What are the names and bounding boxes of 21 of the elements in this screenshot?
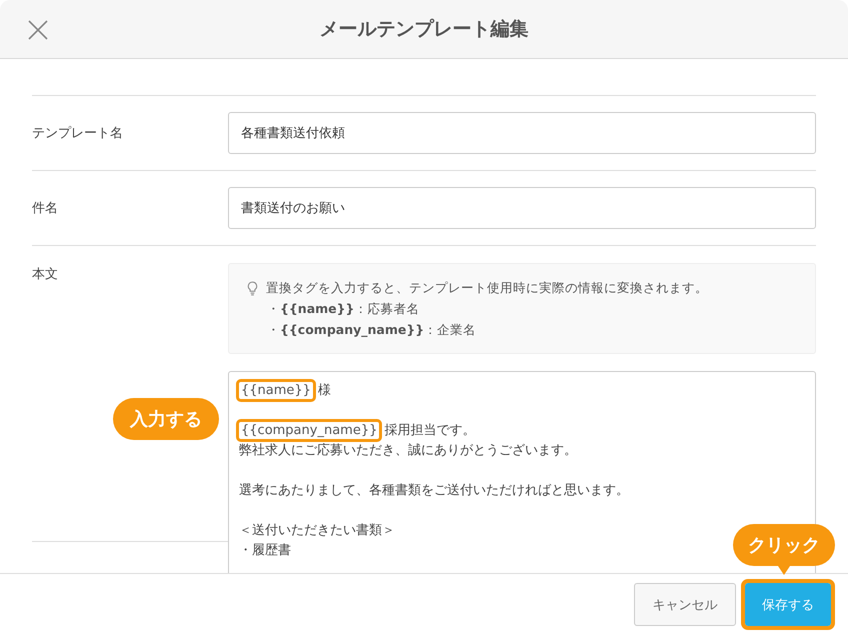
body-text: 様: [318, 382, 331, 399]
body-text: 採用担当です。: [384, 422, 476, 439]
hint-text: 置換タグを入力すると、テンプレート使用時に実際の情報に変換されます。: [266, 280, 708, 297]
field-label: テンプレート名: [32, 125, 124, 142]
field-label: 本文: [32, 266, 59, 283]
body-text: ・履歴書: [239, 542, 291, 559]
field-label: 件名: [32, 200, 59, 217]
close-icon[interactable]: [28, 20, 48, 40]
placeholder-tag: {{company_name}}: [239, 422, 380, 438]
placeholder-tag: {{name}}: [239, 382, 313, 398]
lightbulb-icon: [247, 281, 258, 296]
input-field[interactable]: 各種書類送付依頼: [228, 112, 816, 154]
body-text: 弊社求人にご応募いただき、誠にありがとうございます。: [239, 442, 577, 459]
dialog-title: メールテンプレート編集: [320, 17, 528, 42]
tag-description: ・{{company_name}}：企業名: [266, 322, 478, 339]
tag-description: ・{{name}}：応募者名: [266, 301, 420, 318]
body-text: 選考にあたりまして、各種書類をご送付いただければと思います。: [239, 482, 629, 499]
callout-label: 入力する: [113, 398, 219, 440]
cancel-button[interactable]: キャンセル: [634, 583, 736, 626]
body-text: ＜送付いただきたい書類＞: [239, 522, 395, 539]
input-field[interactable]: 書類送付のお願い: [228, 187, 816, 229]
